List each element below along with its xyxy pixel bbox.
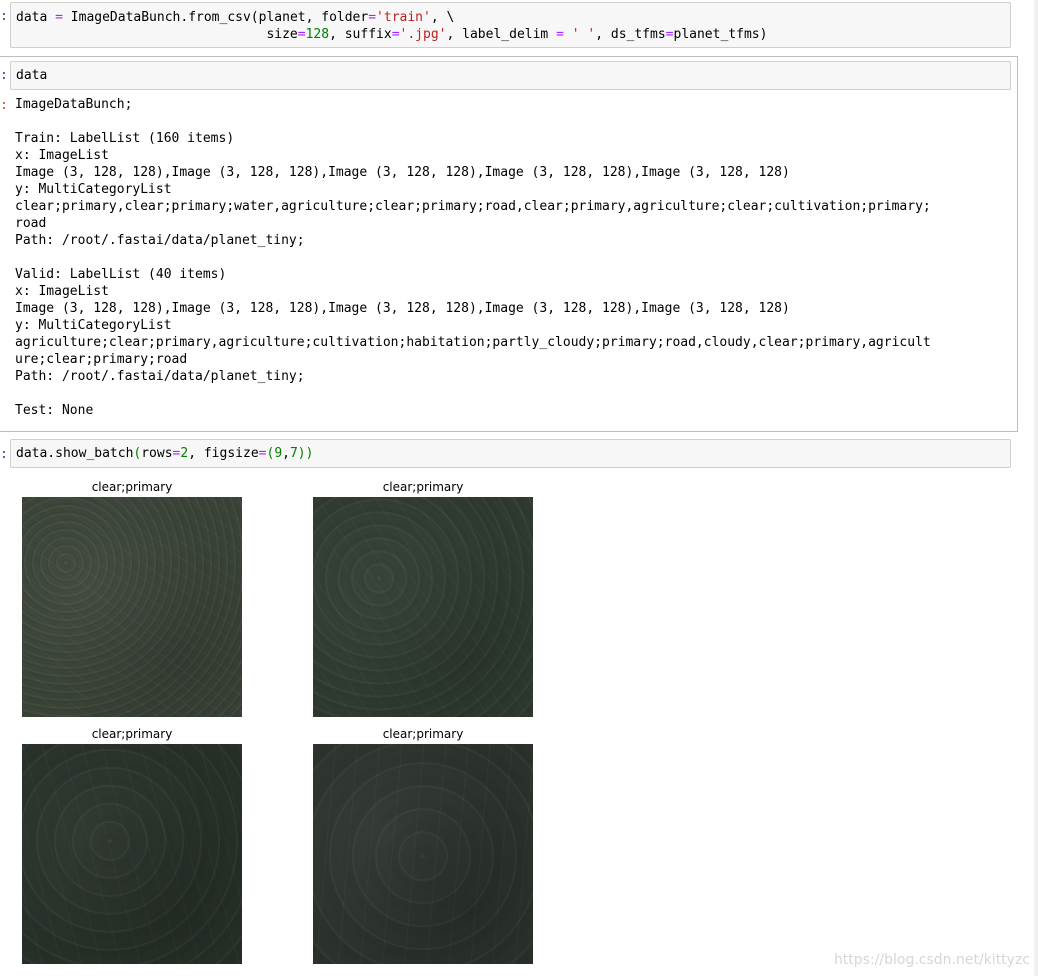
satellite-image-1 xyxy=(22,497,242,717)
output-line: agriculture;clear;primary,agriculture;cu… xyxy=(15,335,931,350)
output-line: Image (3, 128, 128),Image (3, 128, 128),… xyxy=(15,165,790,180)
satellite-image-2 xyxy=(313,497,533,717)
code-token: 9 xyxy=(274,446,283,461)
watermark: https://blog.csdn.net/kittyzc xyxy=(833,952,1030,968)
page-scrollbar[interactable] xyxy=(1034,0,1038,976)
image-title-4: clear;primary xyxy=(382,727,464,741)
output-line: Image (3, 128, 128),Image (3, 128, 128),… xyxy=(15,301,790,316)
output-line: y: MultiCategoryList xyxy=(15,318,172,333)
cell-1-input[interactable]: data = ImageDataBunch.from_csv(planet, f… xyxy=(10,2,1011,48)
code-token: , ds_tfms xyxy=(595,27,666,42)
output-line: Train: LabelList (160 items) xyxy=(15,131,235,146)
code-token: ImageDataBunch.from_csv(planet, folder xyxy=(62,10,369,25)
code-token: = xyxy=(556,27,564,42)
satellite-image-4 xyxy=(313,744,533,964)
image-title-2: clear;primary xyxy=(382,480,464,494)
code-token: )) xyxy=(297,446,314,461)
code-token: ' ' xyxy=(571,27,596,42)
output-line: ImageDataBunch; xyxy=(15,97,133,112)
output-line: y: MultiCategoryList xyxy=(15,182,172,197)
code-token: , label_delim xyxy=(446,27,557,42)
cell-2-output-text: ImageDataBunch; Train: LabelList (160 ite… xyxy=(15,96,1005,419)
output-line: Valid: LabelList (40 items) xyxy=(15,267,227,282)
output-line: road xyxy=(15,216,47,231)
cell-2-code-line-1: data xyxy=(11,67,1010,84)
code-token: , xyxy=(282,446,290,461)
code-token: , \ xyxy=(430,10,455,25)
code-token: 7 xyxy=(289,446,298,461)
code-token: '.jpg' xyxy=(399,27,447,42)
code-token: , suffix xyxy=(329,27,392,42)
output-line: Path: /root/.fastai/data/planet_tiny; xyxy=(15,233,305,248)
code-token: = xyxy=(665,27,674,42)
code-token: planet_tfms) xyxy=(673,27,768,42)
output-line: x: ImageList xyxy=(15,148,109,163)
code-token: = xyxy=(55,10,63,25)
code-token: = xyxy=(391,27,400,42)
image-title-3: clear;primary xyxy=(91,727,173,741)
output-line: clear;primary,clear;primary;water,agricu… xyxy=(15,199,931,214)
cell-2-prompt: : xyxy=(0,68,8,83)
code-token: 'train' xyxy=(376,10,431,25)
code-token: data xyxy=(16,10,56,25)
code-token: , figsize xyxy=(188,446,259,461)
output-line: ure;clear;primary;road xyxy=(15,352,188,367)
cell-1-code-line-1: data = ImageDataBunch.from_csv(planet, f… xyxy=(11,9,1010,26)
code-token: = xyxy=(297,27,306,42)
output-line: x: ImageList xyxy=(15,284,109,299)
cell-3-input[interactable]: data.show_batch(rows=2, figsize=(9,7)) xyxy=(10,439,1011,468)
cell-3-prompt: : xyxy=(0,447,8,462)
code-token: data.show_batch xyxy=(16,446,134,461)
image-title-1: clear;primary xyxy=(91,480,173,494)
cell-2-input[interactable]: data xyxy=(10,61,1011,90)
code-token: = xyxy=(368,10,377,25)
code-token: size xyxy=(16,27,298,42)
cell-1-prompt: : xyxy=(0,9,8,24)
cell-3-code-line-1: data.show_batch(rows=2, figsize=(9,7)) xyxy=(11,445,1010,462)
cell-2-output-prompt: : xyxy=(0,98,8,113)
cell-1-code-line-2: size=128, suffix='.jpg', label_delim = '… xyxy=(11,26,1010,43)
satellite-image-3 xyxy=(22,744,242,964)
output-line: Path: /root/.fastai/data/planet_tiny; xyxy=(15,369,305,384)
code-token: data xyxy=(16,68,48,83)
output-line: Test: None xyxy=(15,403,94,418)
code-token: 128 xyxy=(305,27,330,42)
code-token: rows xyxy=(141,446,173,461)
